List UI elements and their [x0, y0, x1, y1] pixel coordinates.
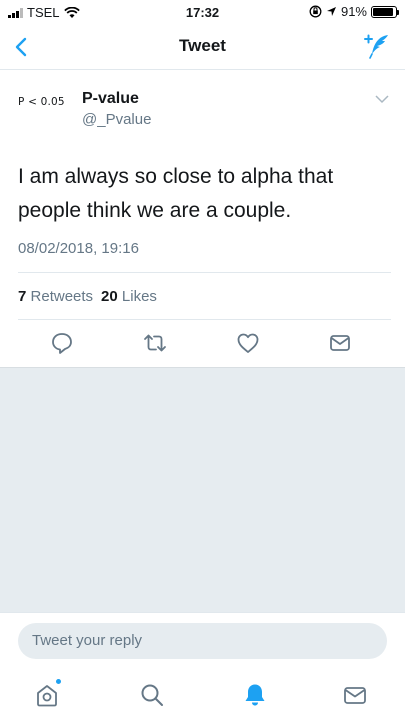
user-handle[interactable]: @_Pvalue	[82, 111, 151, 128]
likes-count: 20	[101, 288, 118, 305]
messages-envelope-icon[interactable]	[341, 681, 369, 709]
battery-percent: 91%	[340, 4, 367, 19]
home-icon[interactable]	[33, 681, 61, 709]
replies-area	[0, 367, 405, 612]
avatar[interactable]: P < 0.05	[18, 96, 74, 116]
search-icon[interactable]	[138, 681, 166, 709]
tweet-actions	[0, 330, 405, 360]
likes-stat[interactable]: 20 Likes	[101, 288, 157, 305]
retweets-count: 7	[18, 288, 27, 305]
battery-icon	[371, 5, 399, 18]
tweet-timestamp: 08/02/2018, 19:16	[18, 240, 139, 257]
location-icon	[326, 7, 336, 16]
divider	[18, 272, 391, 273]
display-name[interactable]: P-value	[82, 90, 139, 108]
navigation-bar: Tweet	[0, 24, 405, 70]
retweets-stat[interactable]: 7 Retweets	[18, 288, 93, 305]
compose-tweet-icon[interactable]	[363, 32, 391, 60]
tweet-stats: 7 Retweets 20 Likes	[18, 288, 157, 305]
bottom-panel: Tweet your reply	[0, 612, 405, 720]
home-notification-dot	[55, 678, 62, 685]
status-right: 91%	[309, 4, 399, 19]
retweet-icon[interactable]	[142, 330, 168, 356]
likes-label: Likes	[121, 288, 157, 305]
retweets-label: Retweets	[30, 288, 94, 305]
reply-icon[interactable]	[49, 330, 75, 356]
notifications-bell-icon[interactable]	[241, 681, 269, 709]
chevron-down-icon[interactable]	[375, 94, 389, 104]
direct-message-icon[interactable]	[327, 330, 353, 356]
orientation-lock-icon	[309, 5, 322, 18]
like-heart-icon[interactable]	[235, 330, 261, 356]
page-title: Tweet	[179, 36, 226, 55]
divider	[18, 319, 391, 320]
reply-input[interactable]: Tweet your reply	[18, 623, 387, 659]
tab-bar	[0, 677, 405, 717]
tweet-text: I am always so close to alpha that peopl…	[18, 165, 334, 222]
status-bar: TSEL 17:32 91%	[0, 0, 405, 24]
